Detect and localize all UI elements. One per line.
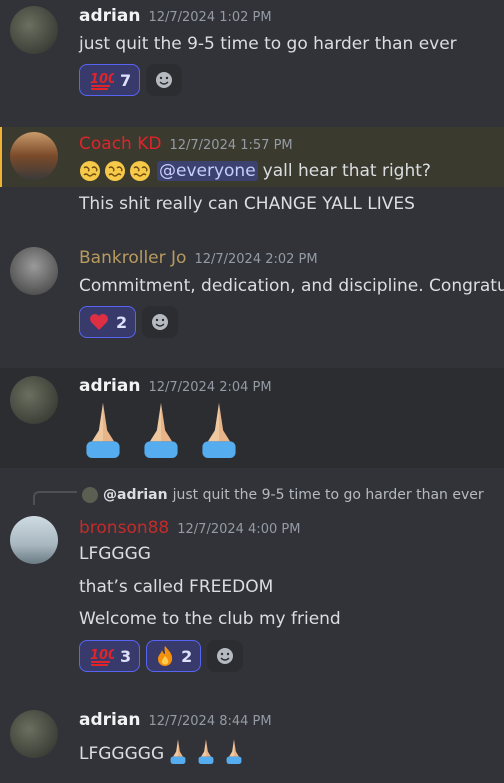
smiley-icon: [217, 648, 234, 664]
add-reaction-button[interactable]: [142, 306, 179, 338]
reaction-heart[interactable]: 2: [79, 306, 137, 338]
reaction-fire[interactable]: 2: [146, 640, 202, 672]
reaction-hundred[interactable]: 7: [79, 64, 141, 96]
reaction-count: 3: [120, 646, 132, 666]
message-line: @everyone yall hear that right?: [79, 160, 431, 182]
message-header: Coach KD 12/7/2024 1:57 PM: [79, 134, 293, 154]
message-text: This shit really can CHANGE YALL LIVES: [79, 194, 415, 214]
reaction-count: 7: [120, 70, 132, 90]
username[interactable]: bronson88: [79, 518, 169, 538]
message-text: Welcome to the club my friend: [79, 609, 341, 629]
username[interactable]: Bankroller Jo: [79, 248, 186, 268]
message-text: Commitment, dedication, and discipline. …: [79, 276, 504, 296]
message-line: LFGGGGG: [79, 738, 248, 764]
add-reaction-button[interactable]: [146, 64, 183, 96]
username[interactable]: Coach KD: [79, 134, 161, 154]
timestamp: 12/7/2024 4:00 PM: [177, 522, 301, 537]
reaction-hundred[interactable]: 3: [79, 640, 141, 672]
reactions: 2: [79, 306, 179, 338]
avatar[interactable]: [10, 710, 58, 758]
message-header: adrian 12/7/2024 1:02 PM: [79, 6, 272, 26]
folded-hands-icon: [86, 402, 120, 458]
avatar[interactable]: [10, 516, 58, 564]
timestamp: 12/7/2024 1:57 PM: [169, 138, 293, 153]
smiley-icon: [152, 314, 169, 330]
reaction-count: 2: [116, 312, 128, 332]
hundred-points-icon: [89, 647, 114, 666]
folded-hands-icon: [226, 739, 242, 764]
message-group: adrian 12/7/2024 2:04 PM: [0, 368, 504, 468]
reaction-count: 2: [181, 646, 193, 666]
username[interactable]: adrian: [79, 376, 140, 396]
reactions: 3 2: [79, 640, 244, 672]
mention-everyone[interactable]: @everyone: [157, 161, 258, 181]
reactions: 7: [79, 64, 183, 96]
message-text: yall hear that right?: [262, 161, 431, 181]
timestamp: 12/7/2024 8:44 PM: [148, 714, 272, 729]
username[interactable]: adrian: [79, 710, 140, 730]
message-header: bronson88 12/7/2024 4:00 PM: [79, 518, 300, 538]
message-text: just quit the 9-5 time to go harder than…: [79, 34, 457, 54]
add-reaction-button[interactable]: [207, 640, 244, 672]
message-text: that’s called FREEDOM: [79, 577, 274, 597]
reply-text: just quit the 9-5 time to go harder than…: [172, 487, 484, 503]
message-group: adrian 12/7/2024 1:02 PM just quit the 9…: [0, 0, 504, 118]
folded-hands-icon: [198, 739, 214, 764]
heart-icon: [90, 314, 108, 330]
reply-connector: [33, 491, 77, 505]
folded-hands-icon: [202, 402, 236, 458]
smiley-icon: [156, 72, 173, 88]
folded-hands-icon: [170, 739, 186, 764]
avatar[interactable]: [10, 247, 58, 295]
message-header: Bankroller Jo 12/7/2024 2:02 PM: [79, 248, 318, 268]
woozy-face-icon: [79, 160, 101, 182]
woozy-face-icon: [104, 160, 126, 182]
woozy-face-icon: [129, 160, 151, 182]
message-text: LFGGGG: [79, 544, 151, 564]
message-text: LFGGGGG: [79, 744, 165, 764]
mini-avatar: [82, 487, 98, 503]
reply-preview[interactable]: @adrian just quit the 9-5 time to go har…: [82, 487, 484, 503]
folded-hands-icon: [144, 402, 178, 458]
message-header: adrian 12/7/2024 2:04 PM: [79, 376, 272, 396]
timestamp: 12/7/2024 2:04 PM: [148, 380, 272, 395]
avatar[interactable]: [10, 376, 58, 424]
emoji-row: [79, 400, 243, 458]
message-header: adrian 12/7/2024 8:44 PM: [79, 710, 272, 730]
timestamp: 12/7/2024 1:02 PM: [148, 10, 272, 25]
avatar[interactable]: [10, 132, 58, 180]
reply-username[interactable]: @adrian: [103, 487, 168, 503]
fire-icon: [158, 646, 173, 666]
hundred-points-icon: [89, 71, 114, 90]
avatar[interactable]: [10, 6, 58, 54]
timestamp: 12/7/2024 2:02 PM: [194, 252, 318, 267]
username[interactable]: adrian: [79, 6, 140, 26]
